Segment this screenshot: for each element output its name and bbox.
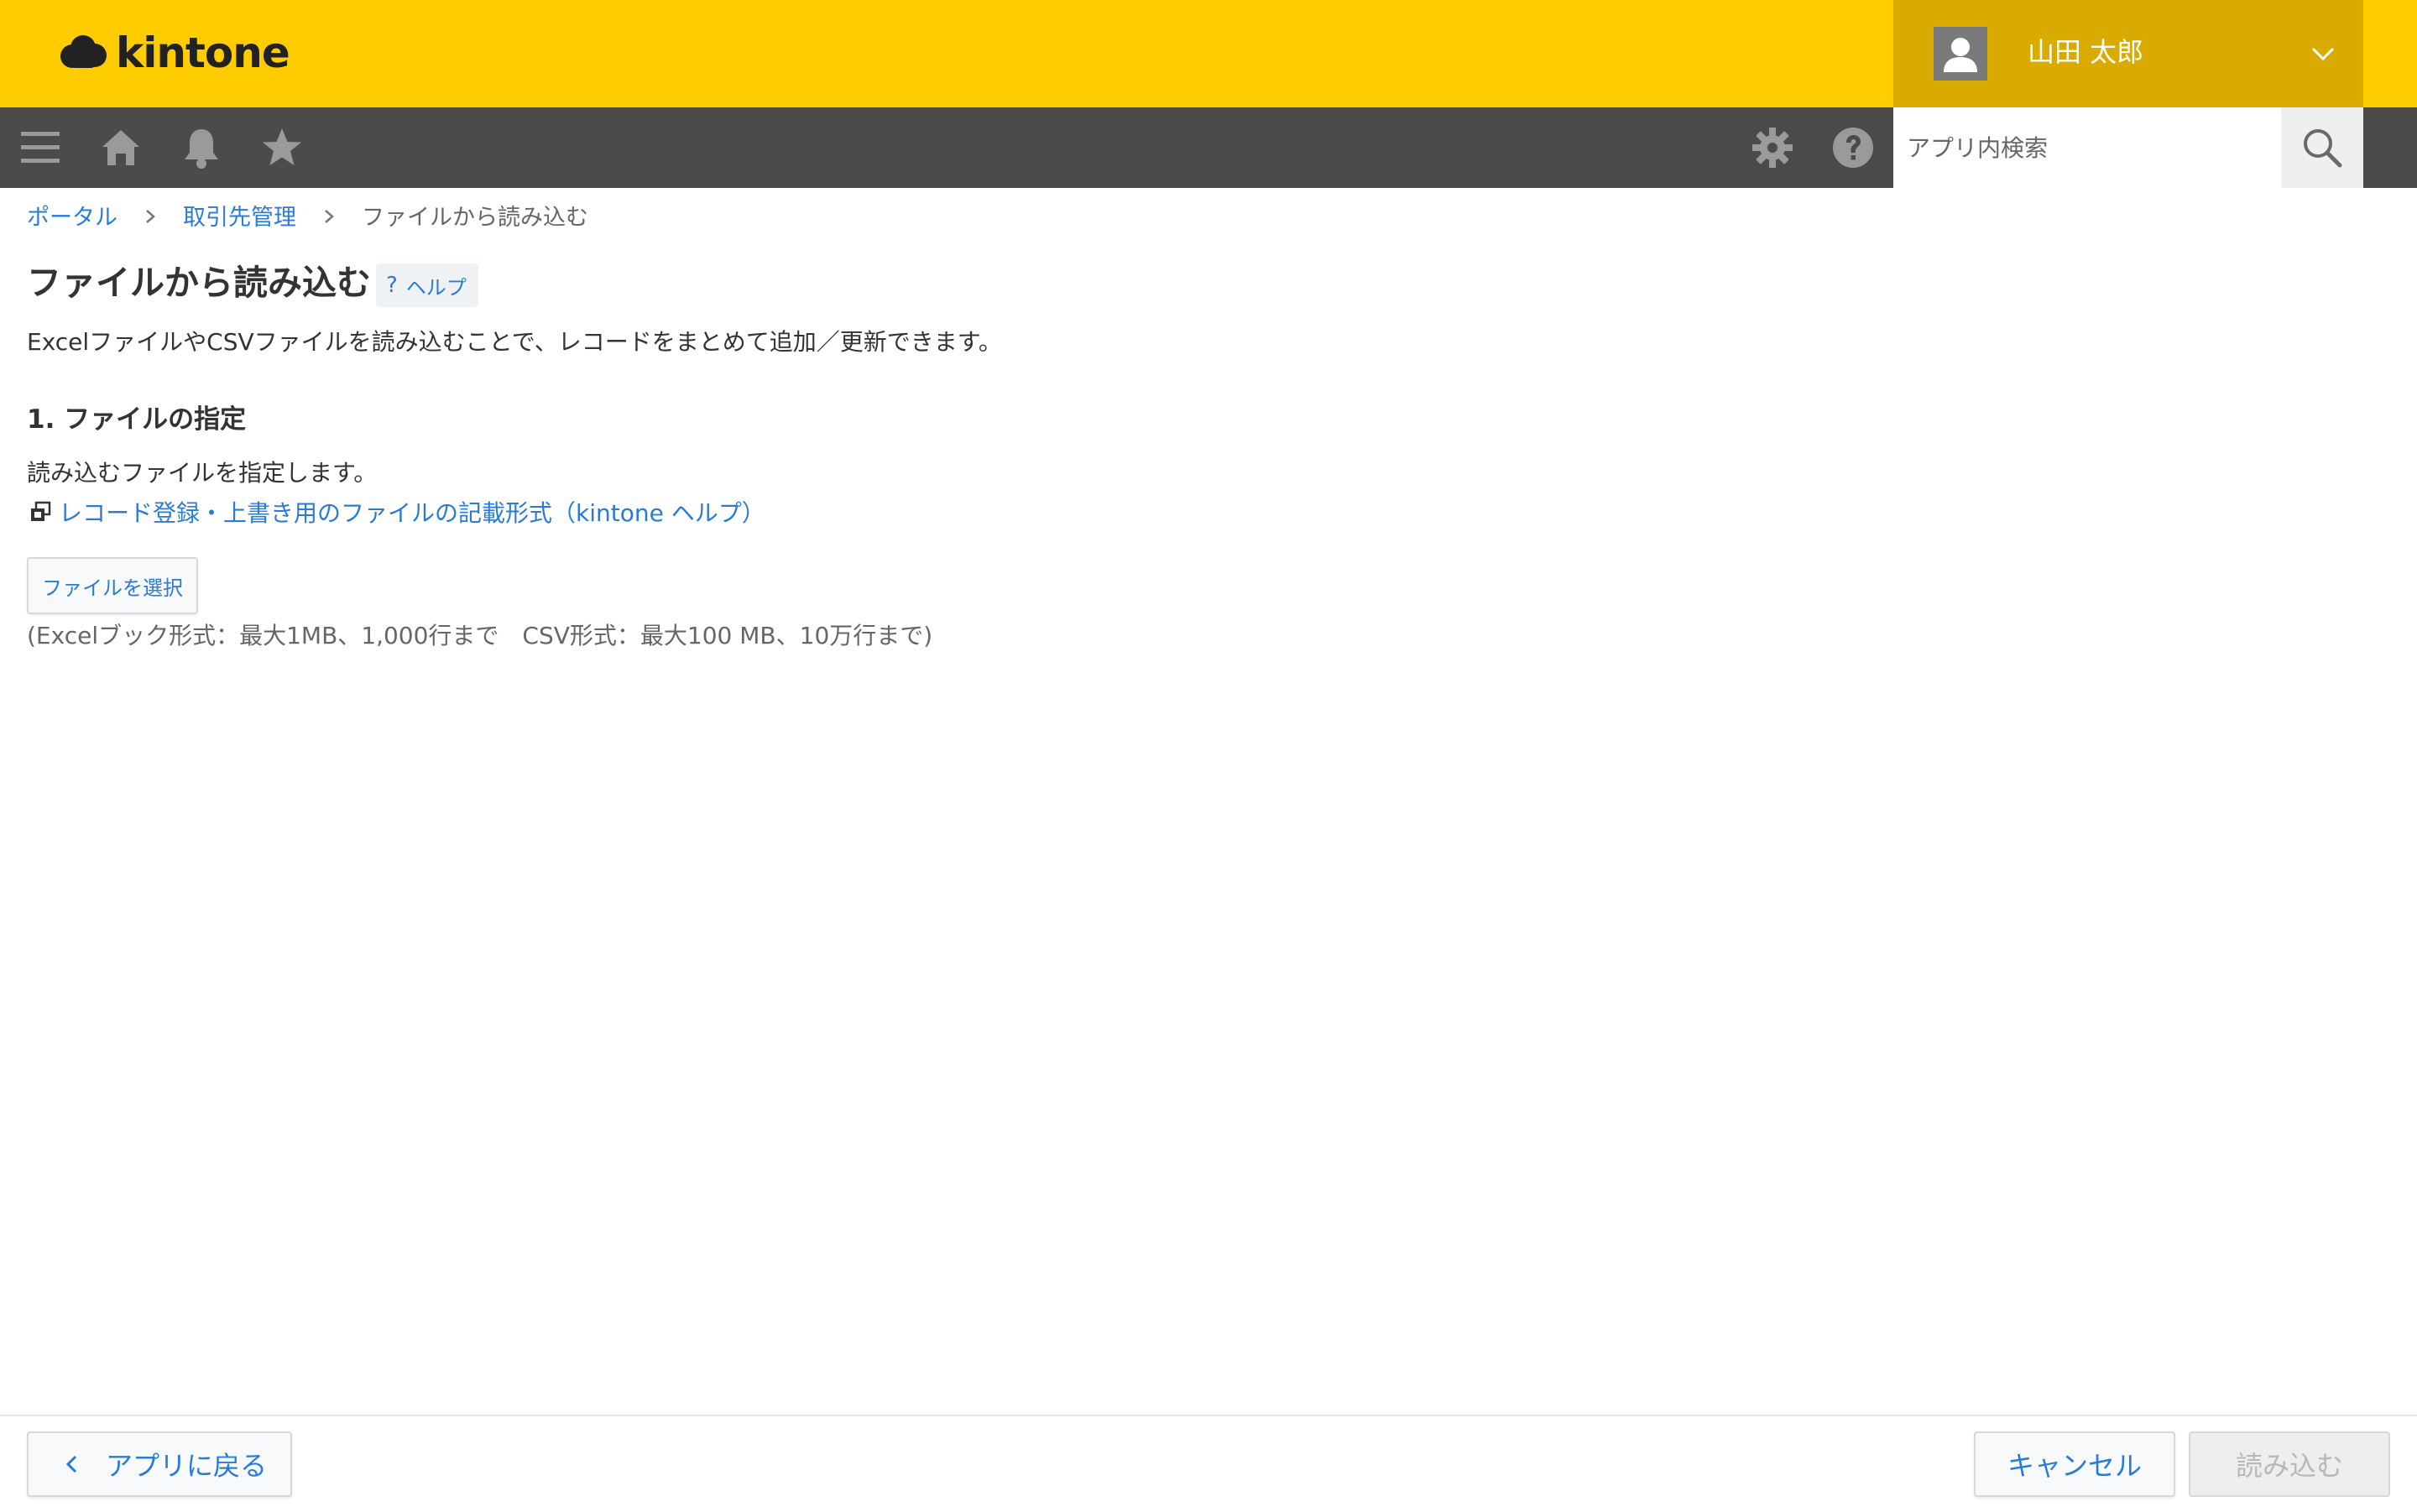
bell-icon[interactable] — [176, 123, 227, 173]
breadcrumb: ポータル 取引先管理 ファイルから読み込む — [27, 198, 588, 232]
breadcrumb-current: ファイルから読み込む — [362, 204, 588, 231]
help-label: ヘルプ — [405, 275, 467, 300]
chevron-down-icon[interactable] — [2308, 39, 2338, 69]
page-title: ファイルから読み込む — [27, 263, 371, 303]
footer-bar: アプリに戻る キャンセル 読み込む — [0, 1415, 2417, 1512]
import-button[interactable]: 読み込む — [2189, 1431, 2390, 1497]
external-window-icon — [31, 501, 51, 521]
header-bar: kintone 山田 太郎 — [0, 0, 2417, 107]
chevron-right-icon — [146, 210, 155, 223]
back-to-app-button[interactable]: アプリに戻る — [27, 1431, 292, 1497]
kintone-cloud-logo-icon — [60, 35, 107, 68]
user-menu[interactable]: 山田 太郎 — [1893, 0, 2363, 107]
search-icon — [2304, 129, 2342, 168]
choose-file-button[interactable]: ファイルを選択 — [27, 557, 198, 614]
page-description: ExcelファイルやCSVファイルを読み込むことで、レコードをまとめて追加／更新… — [27, 328, 1002, 356]
navigation-bar — [0, 107, 2417, 188]
user-name: 山田 太郎 — [2028, 36, 2144, 68]
search-button[interactable] — [2281, 107, 2363, 188]
file-size-limits: (Excelブック形式：最大1MB、1,000行まで CSV形式：最大100 M… — [27, 622, 933, 649]
user-avatar-icon — [1934, 27, 1987, 81]
question-mark-icon: ? — [386, 273, 398, 298]
breadcrumb-portal[interactable]: ポータル — [27, 199, 117, 232]
file-format-link-text: レコード登録・上書き用のファイルの記載形式（kintone ヘルプ） — [59, 499, 765, 527]
help-link[interactable]: ? ヘルプ — [376, 263, 478, 307]
help-circle-icon[interactable] — [1828, 123, 1878, 173]
chevron-left-icon — [65, 1455, 77, 1473]
section-instruction: 読み込むファイルを指定します。 — [27, 459, 378, 487]
star-icon[interactable] — [257, 123, 307, 173]
chevron-right-icon — [325, 210, 334, 223]
menu-icon[interactable] — [15, 123, 65, 173]
back-button-label: アプリに戻る — [106, 1450, 268, 1482]
gear-icon[interactable] — [1747, 123, 1798, 173]
kintone-logo[interactable]: kintone — [57, 25, 290, 81]
section-title: 1. ファイルの指定 — [27, 404, 247, 435]
logo-text: kintone — [116, 29, 290, 77]
home-icon[interactable] — [96, 123, 146, 173]
cancel-button[interactable]: キャンセル — [1974, 1431, 2175, 1497]
file-format-help-link[interactable]: レコード登録・上書き用のファイルの記載形式（kintone ヘルプ） — [29, 493, 765, 530]
breadcrumb-app[interactable]: 取引先管理 — [183, 199, 296, 232]
app-search-input[interactable] — [1893, 107, 2281, 188]
